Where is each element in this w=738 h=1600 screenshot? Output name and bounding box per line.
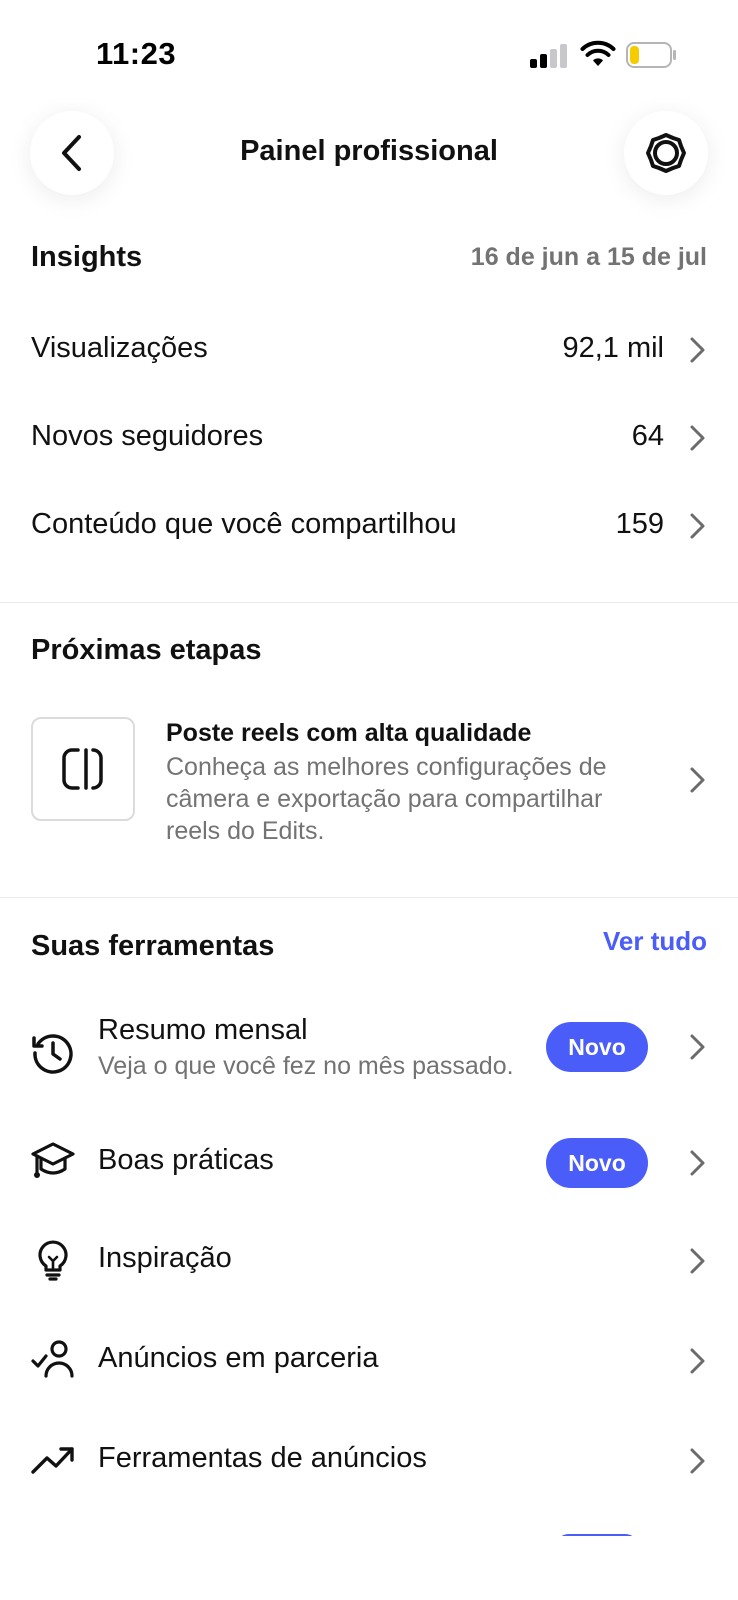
graduation-cap-icon: [31, 1142, 75, 1178]
next-step-title: Poste reels com alta qualidade: [166, 719, 532, 747]
cellular-signal-icon: [530, 44, 570, 68]
next-steps-title: Próximas etapas: [31, 634, 262, 666]
tool-item-partnership-ads[interactable]: Anúncios em parceria: [0, 1326, 738, 1406]
chevron-right-icon: [690, 767, 705, 793]
new-badge: Novo: [546, 1022, 648, 1072]
settings-button[interactable]: [624, 111, 708, 195]
new-badge: Novo: [546, 1138, 648, 1188]
insight-row-new-followers[interactable]: Novos seguidores 64: [0, 408, 738, 468]
bottom-area: [0, 1536, 738, 1600]
tool-item-inspiration[interactable]: Inspiração: [0, 1224, 738, 1304]
insight-row-views[interactable]: Visualizações 92,1 mil: [0, 320, 738, 380]
insight-value: 64: [631, 420, 664, 452]
status-time: 11:23: [96, 36, 177, 71]
top-app-bar: Painel profissional: [0, 105, 738, 205]
chevron-right-icon: [690, 1150, 705, 1176]
chevron-right-icon: [690, 1348, 705, 1374]
trending-up-icon: [31, 1447, 74, 1474]
divider: [0, 897, 738, 898]
chevron-right-icon: [690, 1248, 705, 1274]
lightbulb-icon: [38, 1240, 68, 1281]
tool-item-monthly-summary[interactable]: Resumo mensal Veja o que você fez no mês…: [0, 1006, 738, 1102]
tool-item-ad-tools[interactable]: Ferramentas de anúncios: [0, 1428, 738, 1508]
status-bar: 11:23: [0, 0, 738, 100]
wifi-icon: [580, 40, 616, 66]
chevron-right-icon: [690, 425, 705, 451]
tool-label: Anúncios em parceria: [98, 1342, 379, 1374]
chevron-right-icon: [690, 513, 705, 539]
tool-subtitle: Veja o que você fez no mês passado.: [98, 1052, 514, 1080]
history-clock-icon: [32, 1034, 73, 1074]
divider: [0, 602, 738, 603]
tools-title: Suas ferramentas: [31, 930, 275, 962]
edits-logo-icon: [31, 717, 135, 821]
tool-label: Boas práticas: [98, 1144, 274, 1176]
date-range: 16 de jun a 15 de jul: [470, 243, 707, 271]
battery-icon: [626, 42, 676, 68]
chevron-right-icon: [690, 1034, 705, 1060]
tool-item-best-practices[interactable]: Boas práticas Novo: [0, 1124, 738, 1204]
tool-label: Resumo mensal: [98, 1014, 308, 1046]
next-step-description: Conheça as melhores configurações de câm…: [166, 753, 607, 845]
insight-value: 159: [615, 508, 664, 540]
person-check-icon: [31, 1340, 74, 1378]
chevron-right-icon: [690, 337, 705, 363]
tool-label: Inspiração: [98, 1242, 232, 1274]
insight-label: Novos seguidores: [31, 420, 264, 452]
see-all-link[interactable]: Ver tudo: [603, 926, 707, 957]
insight-value: 92,1 mil: [562, 332, 664, 364]
insights-title: Insights: [31, 241, 143, 273]
next-step-card[interactable]: Poste reels com alta qualidade Conheça a…: [0, 717, 738, 847]
chevron-right-icon: [690, 1448, 705, 1474]
gear-icon: [646, 133, 686, 173]
tool-label: Ferramentas de anúncios: [98, 1442, 427, 1474]
insight-label: Visualizações: [31, 332, 208, 364]
insight-row-content-shared[interactable]: Conteúdo que você compartilhou 159: [0, 496, 738, 556]
insight-label: Conteúdo que você compartilhou: [31, 508, 457, 540]
